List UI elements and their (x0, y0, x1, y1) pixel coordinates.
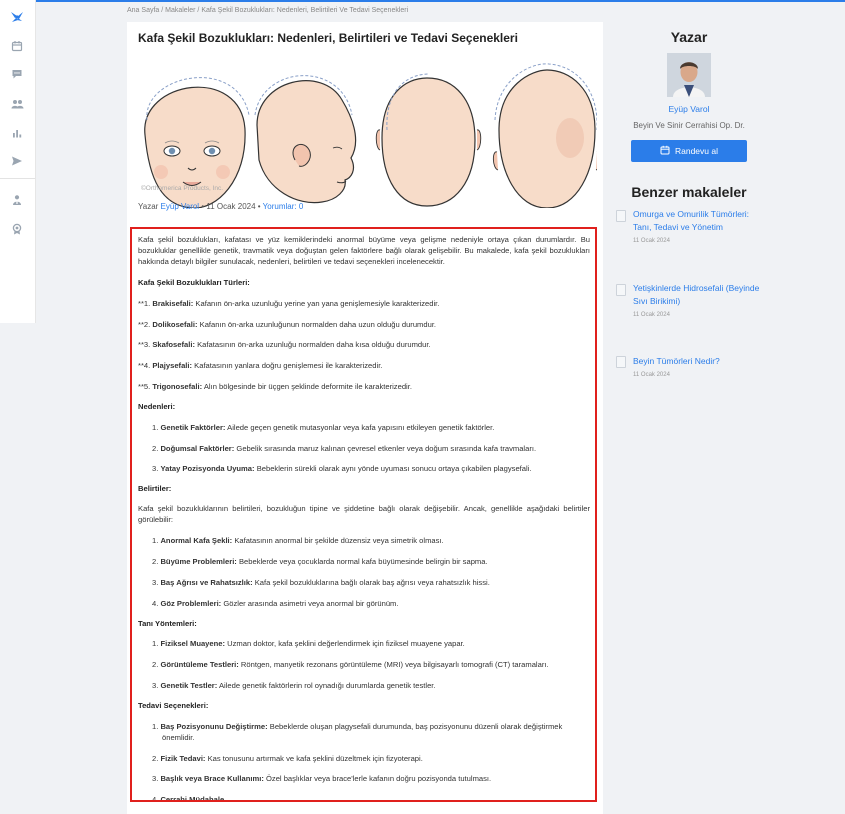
calendar-icon (660, 145, 670, 157)
article-meta: Yazar Eyüp Varol • 11 Ocak 2024 • Yoruml… (138, 202, 303, 211)
meta-prefix: Yazar (138, 202, 159, 211)
article-icon (616, 284, 626, 296)
baby-head-top-drawing (375, 73, 482, 207)
breadcrumb[interactable]: Ana Sayfa / Makaleler / Kafa Şekil Bozuk… (127, 7, 408, 14)
chart-icon[interactable] (9, 125, 25, 141)
chat-icon[interactable] (9, 66, 25, 82)
top-accent-line (0, 0, 845, 2)
baby-head-back-drawing (492, 63, 597, 208)
appointment-button[interactable]: Randevu al (631, 140, 747, 162)
article-icon (616, 356, 626, 368)
award-icon[interactable] (9, 221, 25, 237)
related-item-date: 11 Ocak 2024 (633, 238, 670, 244)
related-item-title[interactable]: Beyin Tümörleri Nedir? (633, 355, 763, 368)
appointment-button-label: Randevu al (674, 146, 718, 156)
related-heading: Benzer makaleler (631, 184, 747, 200)
comments-link[interactable]: Yorumlar: 0 (263, 202, 304, 211)
article-icon (616, 210, 626, 222)
sidebar (0, 0, 36, 323)
author-box-heading: Yazar (670, 29, 708, 45)
users-icon[interactable] (9, 96, 25, 112)
author-name[interactable]: Eyüp Varol (633, 104, 745, 114)
avatar[interactable] (667, 53, 711, 97)
send-icon[interactable] (9, 153, 25, 169)
calendar-icon[interactable] (9, 38, 25, 54)
baby-head-profile-drawing (254, 75, 357, 204)
related-item-date: 11 Ocak 2024 (633, 312, 670, 318)
image-copyright: ©Orthomerica Products, Inc. (141, 185, 224, 192)
sidebar-divider (0, 178, 35, 179)
related-item-date: 11 Ocak 2024 (633, 372, 670, 378)
related-item-title[interactable]: Omurga ve Omurilik Tümörleri: Tanı, Teda… (633, 208, 763, 234)
author-role: Beyin Ve Sinir Cerrahisi Op. Dr. (633, 121, 745, 130)
doctor-icon[interactable] (9, 192, 25, 208)
related-item-title[interactable]: Yetişkinlerde Hidrosefali (Beyinde Sıvı … (633, 282, 763, 308)
logo-icon[interactable] (9, 9, 25, 25)
author-link[interactable]: Eyüp Varol (161, 202, 200, 211)
article-title: Kafa Şekil Bozuklukları: Nedenleri, Beli… (138, 31, 518, 45)
article-date: • 11 Ocak 2024 • (201, 202, 261, 211)
highlight-frame (130, 227, 597, 802)
